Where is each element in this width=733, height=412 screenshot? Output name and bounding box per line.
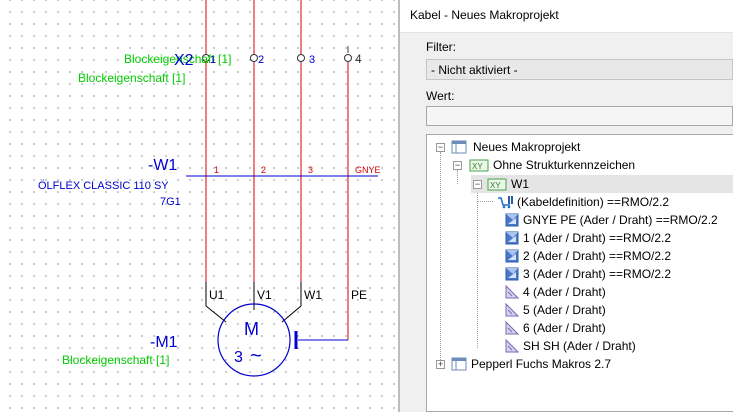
- tree-item-label: 4 (Ader / Draht): [523, 285, 606, 299]
- cable-name: -W1: [148, 157, 177, 174]
- motor-ac-symbol: ~: [250, 345, 262, 367]
- panel-header: Kabel - Neues Makroprojekt: [400, 0, 733, 33]
- project-icon: [451, 140, 467, 154]
- tree-node-cable-label: W1: [511, 177, 529, 191]
- terminal-2-circle[interactable]: [250, 54, 258, 62]
- tree-item-wire-2[interactable]: 2 (Ader / Draht) ==RMO/2.2: [505, 247, 733, 265]
- schematic-drawing: Blockeigenschaft [1] X2 1 2 3 4 Blockeig…: [38, 0, 381, 377]
- schematic-canvas[interactable]: Blockeigenschaft [1] X2 1 2 3 4 Blockeig…: [0, 0, 398, 412]
- tree-item-wire-sh[interactable]: SH SH (Ader / Draht): [505, 337, 733, 355]
- tree-item-label: GNYE PE (Ader / Draht) ==RMO/2.2: [523, 213, 718, 227]
- terminal-number-4: 4: [355, 52, 362, 66]
- wire-icon: [505, 213, 519, 227]
- cable-wire-label-2: 2: [261, 165, 266, 175]
- filter-select-value: - Nicht aktiviert -: [431, 63, 518, 77]
- terminal-number-1: 1: [210, 54, 216, 66]
- collapse-icon[interactable]: −: [453, 161, 462, 170]
- cable-cross-section: 7G1: [160, 196, 181, 208]
- cable-wire-label-gnye: GNYE: [355, 165, 381, 175]
- value-input[interactable]: [426, 106, 733, 126]
- panel-title: Kabel - Neues Makroprojekt: [410, 8, 559, 22]
- tree-item-wire-1[interactable]: 1 (Ader / Draht) ==RMO/2.2: [505, 229, 733, 247]
- tree-node-structure[interactable]: − XY Ohne Strukturkennzeichen: [431, 156, 731, 174]
- cable-wire-label-3: 3: [308, 165, 313, 175]
- motor-terminal-u1: U1: [209, 288, 225, 302]
- motor-terminal-w1: W1: [304, 288, 322, 302]
- wire-icon: [505, 267, 519, 281]
- wire-icon: [505, 249, 519, 263]
- tree-node-second-root[interactable]: + Pepperl Fuchs Makros 2.7: [431, 355, 731, 373]
- tree-node-root-label: Neues Makroprojekt: [473, 140, 581, 154]
- tree-line-cable: [477, 188, 478, 348]
- tree-item-wire-3[interactable]: 3 (Ader / Draht) ==RMO/2.2: [505, 265, 733, 283]
- unplaced-wire-icon: [505, 338, 519, 353]
- unplaced-wire-icon: [505, 320, 519, 335]
- tree-item-label: 6 (Ader / Draht): [523, 321, 606, 335]
- tree-item-label: 1 (Ader / Draht) ==RMO/2.2: [523, 231, 672, 245]
- unplaced-wire-icon: [505, 302, 519, 317]
- tree-node-root[interactable]: − Neues Makroprojekt: [431, 138, 731, 156]
- tree-item-wire-4[interactable]: 4 (Ader / Draht): [505, 283, 733, 301]
- tree-item-cable-definition[interactable]: (Kabeldefinition) ==RMO/2.2: [497, 193, 733, 211]
- cable-navigator-panel: Kabel - Neues Makroprojekt Filter: - Nic…: [400, 0, 733, 412]
- tree-node-cable[interactable]: − XY W1: [471, 175, 733, 193]
- terminal-number-2: 2: [258, 54, 264, 66]
- tree-item-wire-gnye[interactable]: GNYE PE (Ader / Draht) ==RMO/2.2: [505, 211, 733, 229]
- cable-definition-icon: [498, 196, 513, 209]
- tree-item-wire-5[interactable]: 5 (Ader / Draht): [505, 301, 733, 319]
- tree-line-root: [440, 152, 441, 362]
- structure-icon: XY: [487, 178, 507, 191]
- tree-item-label: (Kabeldefinition) ==RMO/2.2: [517, 195, 670, 209]
- motor-lead-w-diag: [281, 305, 302, 323]
- svg-text:XY: XY: [490, 181, 501, 190]
- tree-item-wire-6[interactable]: 6 (Ader / Draht): [505, 319, 733, 337]
- structure-icon: XY: [469, 159, 489, 172]
- tree-item-label: 5 (Ader / Draht): [523, 303, 606, 317]
- svg-text:XY: XY: [472, 162, 483, 171]
- expand-icon[interactable]: +: [436, 360, 445, 369]
- filter-label: Filter:: [426, 40, 456, 54]
- motor-terminal-pe: PE: [351, 288, 367, 302]
- tree-item-label: 3 (Ader / Draht) ==RMO/2.2: [523, 267, 672, 281]
- cable-wire-label-1: 1: [214, 165, 219, 175]
- tree-node-structure-label: Ohne Strukturkennzeichen: [493, 158, 636, 172]
- terminal-number-3: 3: [309, 54, 315, 66]
- value-label: Wert:: [426, 89, 455, 103]
- cable-tree[interactable]: − Neues Makroprojekt − XY Ohne Strukturk…: [426, 134, 733, 412]
- collapse-icon[interactable]: −: [473, 180, 482, 189]
- filter-select[interactable]: - Nicht aktiviert -: [426, 59, 733, 80]
- unplaced-wire-icon: [505, 284, 519, 299]
- block-property-top: Blockeigenschaft [1]: [78, 71, 185, 85]
- collapse-icon[interactable]: −: [436, 143, 445, 152]
- cable-type: ÖLFLEX CLASSIC 110 SY: [38, 180, 169, 192]
- wire-icon: [505, 231, 519, 245]
- terminal-3-circle[interactable]: [297, 54, 305, 62]
- tree-item-label: SH SH (Ader / Draht): [523, 339, 636, 353]
- project-icon: [451, 357, 467, 371]
- motor-block-property: Blockeigenschaft [1]: [62, 353, 169, 367]
- motor-symbol-phases: 3: [234, 349, 243, 366]
- terminal-4-circle[interactable]: [344, 54, 352, 62]
- tree-line-h: [477, 201, 493, 202]
- terminal-strip-label: X2: [174, 52, 194, 69]
- tree-item-label: 2 (Ader / Draht) ==RMO/2.2: [523, 249, 672, 263]
- motor-name: -M1: [150, 334, 178, 351]
- tree-node-second-root-label: Pepperl Fuchs Makros 2.7: [471, 357, 612, 371]
- motor-symbol-m: M: [244, 319, 259, 339]
- motor-lead-u-diag: [205, 305, 227, 323]
- motor-terminal-v1: V1: [257, 288, 272, 302]
